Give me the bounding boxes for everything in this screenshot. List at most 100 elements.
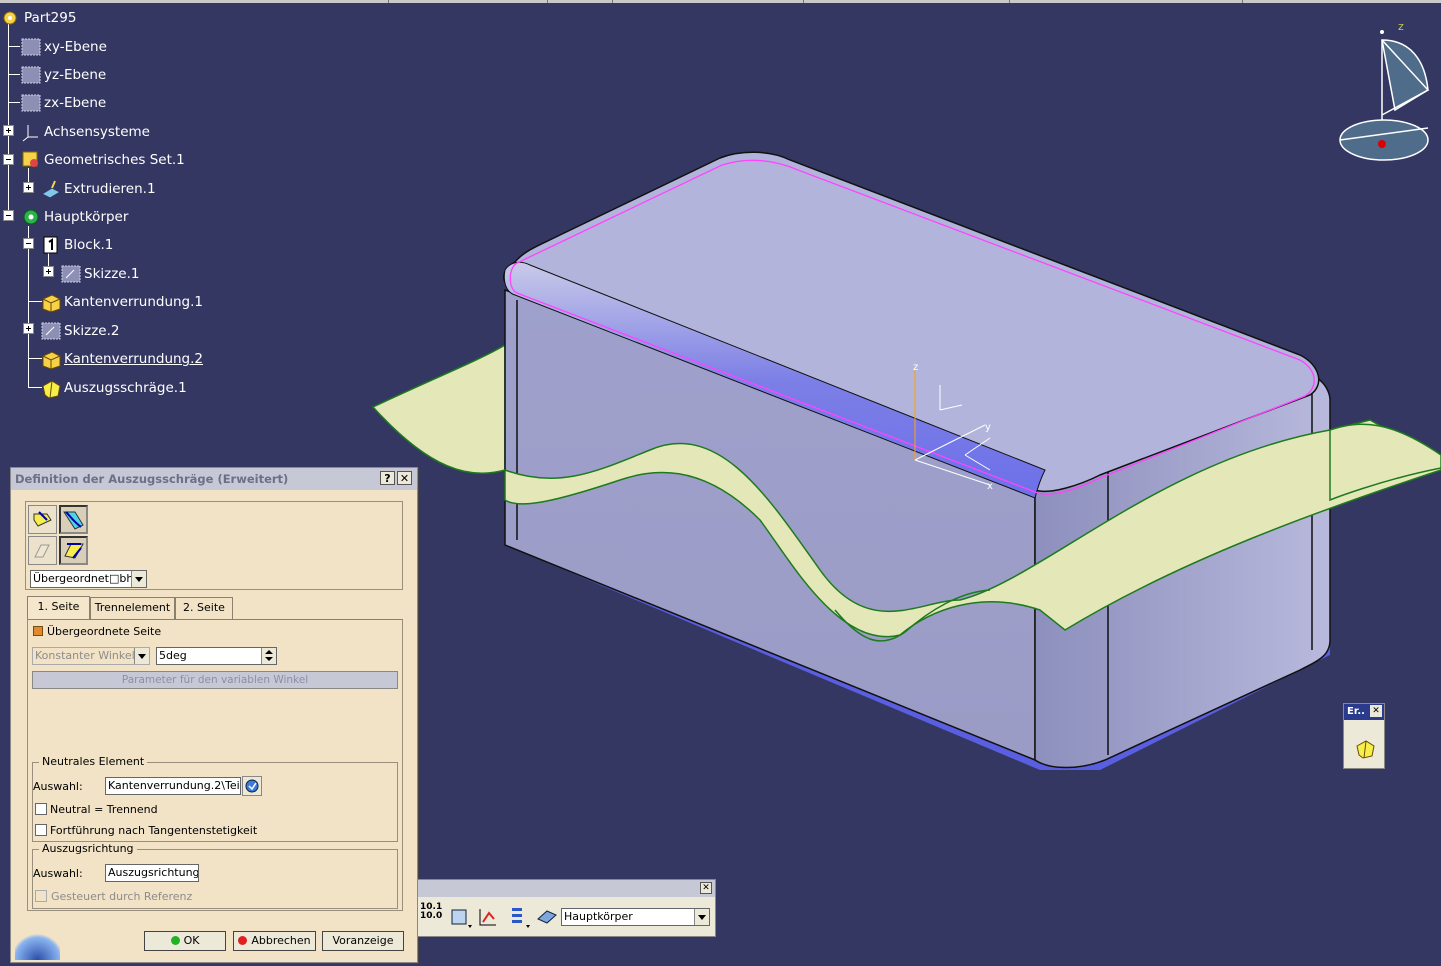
tab-second-side[interactable]: 2. Seite [175, 597, 233, 619]
tree-item-label: Achsensysteme [44, 124, 150, 140]
expand-sketch-1[interactable] [43, 266, 54, 277]
fillet-icon [40, 291, 62, 313]
angle-type-select: Konstanter Winkel [32, 647, 150, 665]
expand-sketch-2[interactable] [23, 323, 34, 334]
collapse-block[interactable] [23, 238, 34, 249]
draft-direction-title: Auszugsrichtung [39, 842, 137, 855]
axis-label-y: y [985, 422, 991, 433]
tree-item-fillet-2[interactable]: Kantenverrundung.2 [40, 347, 203, 371]
tree-item-xy-plane[interactable]: xy-Ebene [20, 35, 107, 59]
draft-mode-basic-icon[interactable] [28, 536, 57, 565]
axis-label-z: z [913, 362, 918, 373]
cancel-red-icon [238, 936, 248, 945]
tab-parting-element[interactable]: Trennelement [90, 597, 175, 619]
spinner-icon[interactable] [261, 648, 276, 664]
specification-tree: Part295 xy-Ebene yz-Ebene zx-Ebene Achse… [0, 0, 420, 410]
list-tools-icon[interactable] [506, 905, 530, 929]
chevron-down-icon [694, 909, 709, 925]
parent-side-label: Übergeordnete Seite [47, 625, 162, 638]
close-icon[interactable]: ✕ [1370, 705, 1382, 717]
tree-item-block[interactable]: Block.1 [40, 233, 113, 257]
tree-item-label: Extrudieren.1 [64, 181, 156, 197]
tree-item-yz-plane[interactable]: yz-Ebene [20, 63, 106, 87]
plane-icon [20, 64, 42, 86]
tree-item-label: Geometrisches Set.1 [44, 152, 185, 168]
direction-selection-label: Auswahl: [33, 867, 83, 880]
draft-mode-reflect-icon[interactable] [28, 505, 57, 534]
update-icon[interactable]: 10.1 10.0 [420, 903, 442, 929]
neutral-element-title: Neutrales Element [39, 755, 148, 768]
tangent-propagation-checkbox[interactable] [35, 824, 47, 836]
neutral-selection-label: Auswahl: [33, 780, 83, 793]
close-icon[interactable]: ✕ [700, 882, 712, 894]
part-gear-icon [0, 7, 22, 29]
collapse-geometric-set[interactable] [3, 154, 14, 165]
neutral-equals-parting-checkbox[interactable] [35, 803, 47, 815]
draft-mode-advanced-icon[interactable] [59, 536, 88, 565]
tools-toolbar: ✕ 10.1 10.0 Hauptkörper [417, 879, 716, 937]
tree-item-main-body[interactable]: Hauptkörper [20, 205, 128, 229]
tree-item-label: Skizze.2 [64, 323, 120, 339]
compass-axis-label: z [1398, 20, 1404, 33]
tree-item-axis-systems[interactable]: Achsensysteme [20, 120, 150, 144]
analysis-icon[interactable] [476, 905, 500, 929]
tree-item-sketch-1[interactable]: Skizze.1 [60, 262, 140, 286]
3d-viewport[interactable]: z y x z Part295 xy-Ebene yz-Ebene zx-Ebe… [0, 0, 1441, 966]
draft-tool-icon[interactable] [1354, 737, 1376, 759]
angle-value-input[interactable]: 5deg [156, 647, 277, 665]
ok-green-icon [170, 936, 180, 945]
tree-root-part[interactable]: Part295 [0, 6, 76, 30]
tree-item-label: zx-Ebene [44, 95, 107, 111]
tree-item-label: Kantenverrundung.2 [64, 351, 204, 367]
tree-item-label: xy-Ebene [44, 39, 107, 55]
tab-first-side[interactable]: 1. Seite [27, 596, 90, 620]
tree-item-draft[interactable]: Auszugsschräge.1 [40, 376, 187, 400]
tree-item-zx-plane[interactable]: zx-Ebene [20, 91, 106, 115]
close-button[interactable]: ✕ [397, 471, 412, 485]
plane-icon [20, 36, 42, 58]
preview-button[interactable]: Voranzeige [322, 931, 404, 951]
mini-toolbar-title: Er.. [1347, 706, 1365, 717]
tree-root-label: Part295 [24, 10, 77, 26]
chevron-down-icon [131, 571, 146, 587]
current-body-value: Hauptkörper [564, 910, 633, 923]
neutral-selection-field[interactable]: Kantenverrundung.2\Teilflä [105, 777, 241, 795]
tree-item-fillet-1[interactable]: Kantenverrundung.1 [40, 290, 203, 314]
angle-value: 5deg [159, 649, 187, 662]
cancel-button[interactable]: Abbrechen [233, 931, 316, 951]
controlled-by-reference-checkbox [35, 890, 47, 902]
fillet-icon [40, 348, 62, 370]
catia-logo-icon [15, 930, 60, 960]
extrude-icon [40, 178, 62, 200]
mini-toolbar-title-bar[interactable]: Er.. ✕ [1344, 704, 1384, 720]
plane-icon [20, 92, 42, 114]
tree-item-geometric-set[interactable]: Geometrisches Set.1 [20, 148, 185, 172]
current-body-select[interactable]: Hauptkörper [561, 908, 710, 926]
expand-extrude[interactable] [23, 182, 34, 193]
axis-system-icon [20, 121, 42, 143]
tree-item-extrude[interactable]: Extrudieren.1 [40, 177, 156, 201]
tree-item-sketch-2[interactable]: Skizze.2 [40, 319, 120, 343]
selection-icon[interactable] [242, 776, 262, 796]
ok-label: OK [183, 934, 200, 947]
body-insert-icon[interactable] [448, 905, 472, 929]
draft-side-select-value: Übergeordnet□bhä [33, 572, 141, 585]
collapse-main-body[interactable] [3, 210, 14, 221]
tree-item-label: yz-Ebene [44, 67, 107, 83]
expand-axis-systems[interactable] [3, 125, 14, 136]
variable-angle-params-button: Parameter für den variablen Winkel [32, 671, 398, 689]
ok-button[interactable]: OK [144, 931, 226, 951]
draft-side-select[interactable]: Übergeordnet□bhä [30, 570, 147, 588]
chevron-down-icon [134, 648, 149, 664]
direction-selection-field[interactable]: Auszugsrichtung [105, 864, 199, 882]
compass-widget [1339, 30, 1430, 161]
tools-toolbar-title-bar[interactable]: ✕ [418, 880, 715, 897]
update-icon-text-b: 10.0 [420, 911, 443, 921]
cancel-label: Abbrechen [251, 934, 311, 947]
angle-type-value: Konstanter Winkel [35, 649, 135, 662]
draft-mode-variable-icon[interactable] [59, 505, 88, 534]
help-button[interactable]: ? [380, 471, 395, 485]
dialog-title-bar[interactable]: Definition der Auszugsschräge (Erweitert… [11, 468, 417, 490]
tree-item-label: Auszugsschräge.1 [64, 380, 187, 396]
work-object-icon[interactable] [535, 905, 559, 929]
